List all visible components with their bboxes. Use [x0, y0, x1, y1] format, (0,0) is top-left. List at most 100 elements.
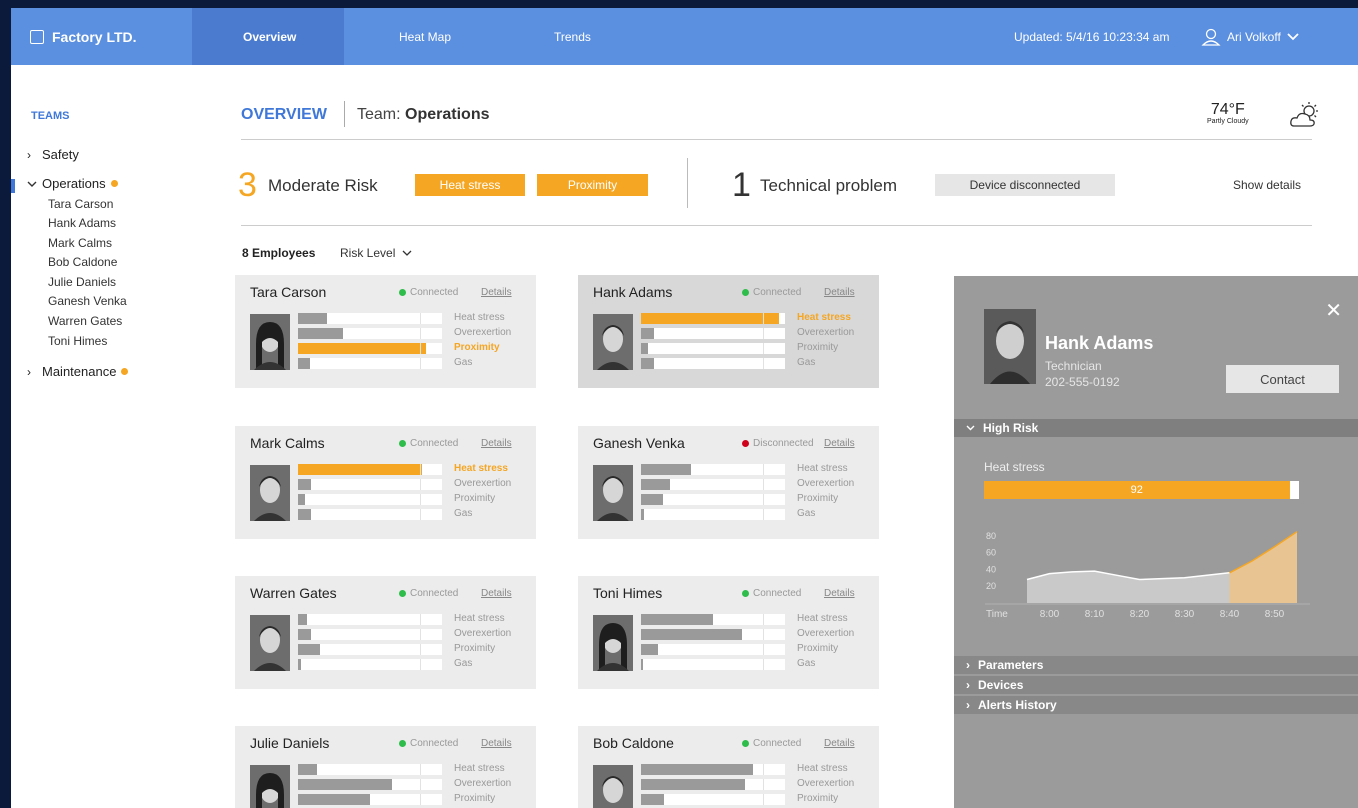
- show-details-link[interactable]: Show details: [1233, 178, 1301, 192]
- sidebar-member[interactable]: Ganesh Venka: [48, 294, 127, 308]
- metric-label: Heat stress: [454, 763, 505, 774]
- metric-bar: [298, 313, 442, 324]
- metric-bar-fill: [298, 629, 311, 640]
- chart-x-tick: 8:10: [1085, 609, 1105, 620]
- tab-trends[interactable]: Trends: [554, 8, 591, 65]
- bar-threshold: [763, 794, 764, 805]
- metric-bar-fill: [298, 494, 306, 505]
- sidebar-member[interactable]: Warren Gates: [48, 314, 122, 328]
- chart-y-tick: 40: [986, 564, 996, 574]
- employee-card[interactable]: Bob Caldone Connected Details Heat stres…: [578, 726, 879, 808]
- details-link[interactable]: Details: [481, 738, 512, 749]
- metric-bar-fill: [298, 328, 343, 339]
- risk-count: 3: [238, 166, 257, 204]
- employee-name: Toni Himes: [593, 585, 663, 601]
- details-link[interactable]: Details: [481, 287, 512, 298]
- details-link[interactable]: Details: [481, 588, 512, 599]
- employee-card[interactable]: Warren Gates Connected Details Heat stre…: [235, 576, 536, 689]
- devices-section[interactable]: › Devices: [954, 676, 1358, 694]
- tab-overview[interactable]: Overview: [192, 8, 344, 65]
- bar-threshold: [420, 343, 421, 354]
- status-dot: [399, 590, 406, 597]
- chevron-right-icon: ›: [966, 698, 970, 712]
- heat-stress-value: 92: [1130, 484, 1143, 496]
- bar-threshold: [763, 313, 764, 324]
- bar-threshold: [763, 343, 764, 354]
- metric-bar: [298, 343, 442, 354]
- details-link[interactable]: Details: [824, 738, 855, 749]
- details-link[interactable]: Details: [824, 438, 855, 449]
- metric-bar: [298, 464, 442, 475]
- details-link[interactable]: Details: [824, 588, 855, 599]
- chart-y-tick: 20: [986, 581, 996, 591]
- metric-bars: [641, 313, 785, 373]
- metric-bar-fill: [641, 614, 713, 625]
- active-team-marker: [11, 179, 15, 193]
- partly-cloudy-icon: [1290, 102, 1318, 127]
- sidebar-member[interactable]: Julie Daniels: [48, 275, 116, 289]
- alerts-history-section[interactable]: › Alerts History: [954, 696, 1358, 714]
- employee-card[interactable]: Julie Daniels Connected Details Heat str…: [235, 726, 536, 808]
- risk-tag-proximity[interactable]: Proximity: [537, 174, 648, 196]
- sidebar-item-operations[interactable]: Operations: [27, 176, 118, 191]
- employee-card[interactable]: Ganesh Venka Disconnected Details Heat s…: [578, 426, 879, 539]
- details-link[interactable]: Details: [824, 287, 855, 298]
- employee-card[interactable]: Tara Carson Connected Details Heat stres…: [235, 275, 536, 388]
- employee-card[interactable]: Hank Adams Connected Details Heat stress…: [578, 275, 879, 388]
- metric-label: Heat stress: [797, 613, 848, 624]
- user-menu[interactable]: Ari Volkoff: [1201, 8, 1299, 65]
- metric-bar: [641, 614, 785, 625]
- close-icon[interactable]: ✕: [1325, 298, 1342, 323]
- tech-tag-device-disconnected[interactable]: Device disconnected: [935, 174, 1115, 196]
- status-dot: [742, 590, 749, 597]
- heat-stress-bar: 92: [984, 481, 1299, 499]
- risk-level-filter[interactable]: Risk Level: [340, 246, 412, 260]
- metric-labels: Heat stress Overexertion Proximity Gas: [454, 312, 511, 372]
- sidebar-member[interactable]: Hank Adams: [48, 216, 116, 230]
- metric-label: Overexertion: [454, 628, 512, 639]
- metric-label: Proximity: [797, 643, 839, 654]
- connection-status: Connected: [742, 588, 801, 599]
- metric-bar-fill: [641, 464, 692, 475]
- weather-widget: 74°F Partly Cloudy: [1207, 102, 1249, 126]
- bar-threshold: [763, 659, 764, 670]
- user-icon: [1201, 28, 1221, 46]
- sidebar-member[interactable]: Toni Himes: [48, 334, 107, 348]
- sidebar-item-maintenance[interactable]: › Maintenance: [27, 364, 129, 379]
- sidebar-member[interactable]: Bob Caldone: [48, 255, 117, 269]
- metric-bar-fill: [641, 659, 643, 670]
- sidebar-item-safety[interactable]: › Safety: [27, 147, 79, 162]
- tab-heat-map[interactable]: Heat Map: [399, 8, 451, 65]
- status-dot: [742, 440, 749, 447]
- bar-threshold: [763, 464, 764, 475]
- high-risk-section[interactable]: High Risk: [954, 419, 1358, 437]
- employee-card[interactable]: Mark Calms Connected Details Heat stress…: [235, 426, 536, 539]
- chevron-down-icon: [402, 250, 412, 256]
- bar-threshold: [420, 644, 421, 655]
- chart-x-tick: 8:20: [1130, 609, 1150, 620]
- employee-name: Mark Calms: [250, 435, 325, 451]
- chart-x-tick: 8:50: [1265, 609, 1285, 620]
- sidebar-member[interactable]: Tara Carson: [48, 197, 113, 211]
- parameters-section[interactable]: › Parameters: [954, 656, 1358, 674]
- bar-threshold: [420, 629, 421, 640]
- details-link[interactable]: Details: [481, 438, 512, 449]
- employee-card[interactable]: Toni Himes Connected Details Heat stress…: [578, 576, 879, 689]
- contact-button[interactable]: Contact: [1226, 365, 1339, 393]
- brand[interactable]: Factory LTD.: [30, 8, 137, 65]
- employee-role: Technician: [1045, 359, 1102, 373]
- metric-bar: [298, 659, 442, 670]
- metric-labels: Heat stress Overexertion Proximity Gas: [797, 312, 854, 372]
- employee-photo: [250, 465, 290, 521]
- bar-threshold: [420, 313, 421, 324]
- sidebar-member[interactable]: Mark Calms: [48, 236, 112, 250]
- summary-divider: [687, 158, 688, 208]
- metric-label: Gas: [454, 357, 473, 368]
- metric-bar: [641, 464, 785, 475]
- connection-status: Disconnected: [742, 438, 814, 449]
- connection-status: Connected: [742, 738, 801, 749]
- risk-tag-heat-stress[interactable]: Heat stress: [415, 174, 525, 196]
- metric-bar: [641, 764, 785, 775]
- bar-threshold: [420, 328, 421, 339]
- risk-filter-label: Risk Level: [340, 246, 396, 260]
